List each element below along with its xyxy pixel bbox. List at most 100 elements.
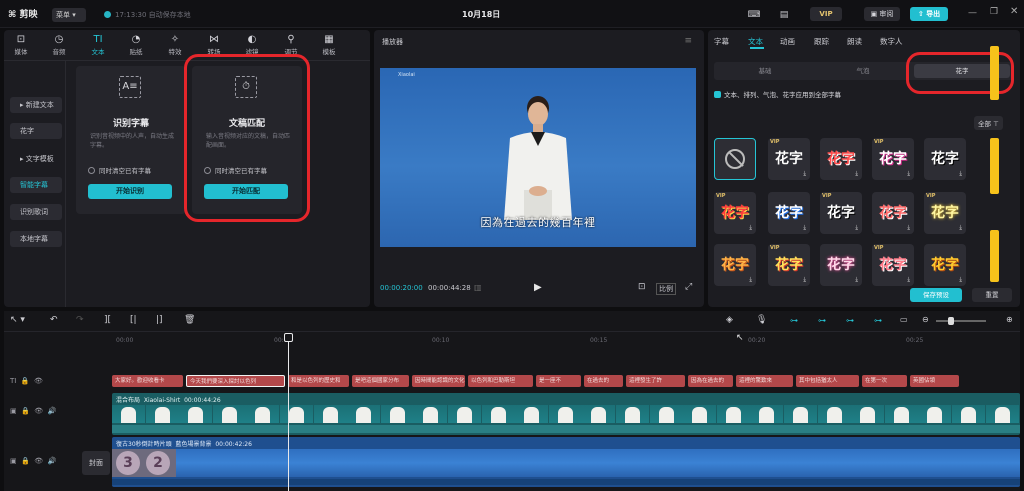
filter-dropdown[interactable]: 全部 ⊤ xyxy=(974,116,1003,130)
keyboard-icon[interactable]: ⌨ xyxy=(746,8,762,22)
tab-transition[interactable]: ⋈ 转场 xyxy=(199,34,229,56)
text-clip[interactable]: 以色列和巴勒斯坦 xyxy=(468,375,533,387)
fullscreen-icon[interactable]: ⤢ xyxy=(685,282,692,292)
tab-audio[interactable]: ◷ 音频 xyxy=(44,34,74,56)
play-icon[interactable]: ▶ xyxy=(534,282,542,293)
delete-icon[interactable]: 🗑 xyxy=(184,315,195,325)
no-style-tile[interactable] xyxy=(714,138,756,180)
redo-icon[interactable]: ↷ xyxy=(76,315,84,325)
flower-text-tile[interactable]: 花字 ⤓ xyxy=(768,192,810,234)
tab-animation[interactable]: 动画 xyxy=(780,36,795,47)
close-icon[interactable]: ✕ xyxy=(1010,6,1018,17)
tab-inspector-text[interactable]: 文本 xyxy=(748,36,763,47)
tab-sticker[interactable]: ◔ 贴纸 xyxy=(121,34,151,56)
review-button[interactable]: ▣ 审阅 xyxy=(864,7,900,21)
flower-text-tile[interactable]: VIP 花字 ⤓ xyxy=(872,138,914,180)
sidebar-item-local-captions[interactable]: 本地字幕 xyxy=(10,231,62,247)
flower-text-tile[interactable]: VIP 花字 ⤓ xyxy=(768,138,810,180)
text-clip[interactable]: 大家好。歡迎收看卡 xyxy=(112,375,183,387)
undo-icon[interactable]: ↶ xyxy=(50,315,58,325)
magnet-icon[interactable]: ⊶ xyxy=(818,316,826,325)
split-right-icon[interactable]: |] xyxy=(156,315,163,325)
player-title: 播放器 xyxy=(382,38,403,46)
text-clip[interactable]: 在第一次 xyxy=(862,375,907,387)
flower-text-tile[interactable]: 花字 ⤓ xyxy=(820,244,862,286)
playhead[interactable] xyxy=(288,333,289,491)
tab-adjust[interactable]: ⚲ 调节 xyxy=(276,34,306,56)
flower-text-tile[interactable]: 花字 ⤓ xyxy=(924,244,966,286)
tab-digital-human[interactable]: 数字人 xyxy=(880,36,903,47)
text-clip[interactable]: 和是以色列的歷史和 xyxy=(288,375,349,387)
start-recognize-button[interactable]: 开始识别 xyxy=(88,184,172,199)
screenshot-icon[interactable]: ⊡ xyxy=(638,282,646,292)
flower-text-tile[interactable]: VIP 花字 ⤓ xyxy=(872,244,914,286)
tab-read-aloud[interactable]: 朗读 xyxy=(847,36,862,47)
player-menu-icon[interactable]: ≡ xyxy=(684,36,692,46)
ruler-tick: 00:00 xyxy=(116,337,134,344)
vip-badge[interactable]: VIP xyxy=(810,7,842,21)
apply-all-checkbox[interactable]: 文本、排列、气泡、花字应用到全部字幕 xyxy=(714,89,841,99)
cover-button[interactable]: 封面 xyxy=(82,451,110,475)
marker-icon[interactable]: ◈ xyxy=(726,315,733,325)
tab-effects[interactable]: ✧ 特效 xyxy=(160,34,190,56)
video-clip-shirt[interactable]: 混合布局 Xiaolai-Shirt 00:00:44:26 xyxy=(112,393,1020,435)
segment-bubble[interactable]: 气泡 xyxy=(816,64,910,78)
zoom-out-icon[interactable]: ⊖ xyxy=(922,315,929,324)
clear-captions-checkbox[interactable]: 同时清空已有字幕 xyxy=(88,165,151,175)
split-left-icon[interactable]: [| xyxy=(130,315,137,325)
text-clip[interactable]: 這裡的驚歎來 xyxy=(736,375,793,387)
export-button[interactable]: ⇧ 导出 xyxy=(910,7,948,21)
menu-button[interactable]: 菜单 ▾ xyxy=(52,8,86,22)
link-main-track-icon[interactable]: ⊶ xyxy=(790,316,798,325)
restore-icon[interactable]: ❐ xyxy=(990,7,998,17)
sidebar-item-lyrics[interactable]: 识别歌词 xyxy=(10,204,62,220)
captions-track-icon[interactable]: ▭ xyxy=(900,315,908,324)
tab-captions[interactable]: 字幕 xyxy=(714,36,729,47)
filter-icon: ◐ xyxy=(247,34,257,45)
reset-button[interactable]: 重置 xyxy=(972,288,1012,302)
sidebar-item-flower-text[interactable]: 花字 xyxy=(10,123,62,139)
text-clip[interactable]: 因時間能認識的文化 xyxy=(412,375,465,387)
text-clip[interactable]: 今天我們要深入探討以色列 xyxy=(186,375,285,387)
tab-media[interactable]: ⊡ 媒体 xyxy=(6,34,36,56)
flower-text-tile[interactable]: 花字 ⤓ xyxy=(872,192,914,234)
zoom-in-icon[interactable]: ⊕ xyxy=(1006,315,1013,324)
sidebar-item-new-text[interactable]: ▸ 新建文本 xyxy=(10,97,62,113)
text-clip[interactable]: 在過去的 xyxy=(584,375,623,387)
tab-template[interactable]: ▦ 模板 xyxy=(314,34,344,56)
select-tool-icon[interactable]: ↖ ▾ xyxy=(10,315,25,325)
flower-text-tile[interactable]: VIP 花字 ⤓ xyxy=(924,192,966,234)
text-clip[interactable]: 英國佔領 xyxy=(910,375,959,387)
video-preview[interactable]: Xiaolai 因為在過去的幾百年裡 xyxy=(380,68,696,247)
flower-text-tile[interactable]: VIP 花字 ⤓ xyxy=(768,244,810,286)
save-preset-button[interactable]: 保存预设 xyxy=(910,288,962,302)
tab-filter[interactable]: ◐ 滤镜 xyxy=(237,34,267,56)
video-clip-background[interactable]: 復古30秒倒計時片頭 藍色場景背景 00:00:42:26 3 2 xyxy=(112,437,1020,487)
flower-text-tile[interactable]: 花字 ⤓ xyxy=(924,138,966,180)
tab-tracking[interactable]: 跟踪 xyxy=(814,36,829,47)
sidebar-item-smart-captions[interactable]: 智能字幕 xyxy=(10,177,62,193)
text-clip[interactable]: 因為在過去的 xyxy=(688,375,733,387)
tab-text[interactable]: TI 文本 xyxy=(83,34,113,56)
zoom-slider[interactable] xyxy=(936,320,986,322)
segment-basic[interactable]: 基础 xyxy=(718,64,812,78)
flower-text-tile[interactable]: VIP 花字 ⤓ xyxy=(820,192,862,234)
text-clip[interactable]: 其中包括猶太人 xyxy=(796,375,859,387)
zoom-slider-handle[interactable] xyxy=(948,317,954,325)
text-clip[interactable]: 是吧這個國家分布 xyxy=(352,375,409,387)
ratio-button[interactable]: 比例 xyxy=(656,283,676,295)
flower-text-tile[interactable]: 花字 ⤓ xyxy=(714,244,756,286)
flower-text-tile[interactable]: 花字 ⤓ xyxy=(820,138,862,180)
text-clip[interactable]: 這裡發生了許 xyxy=(626,375,685,387)
layout-icon[interactable]: ▤ xyxy=(776,8,792,22)
microphone-icon[interactable]: 🎙 xyxy=(756,315,767,325)
video-thumbnail xyxy=(280,405,313,423)
split-icon[interactable]: ][ xyxy=(104,315,111,325)
preview-axis-icon[interactable]: ⊶ xyxy=(874,316,882,325)
playhead-handle[interactable] xyxy=(284,333,293,342)
minimize-icon[interactable]: — xyxy=(968,8,977,18)
flower-text-tile[interactable]: VIP 花字 ⤓ xyxy=(714,192,756,234)
text-clip[interactable]: 是一座不 xyxy=(536,375,581,387)
link-icon[interactable]: ⊶ xyxy=(846,316,854,325)
sidebar-item-text-template[interactable]: ▸ 文字模板 xyxy=(10,151,62,167)
